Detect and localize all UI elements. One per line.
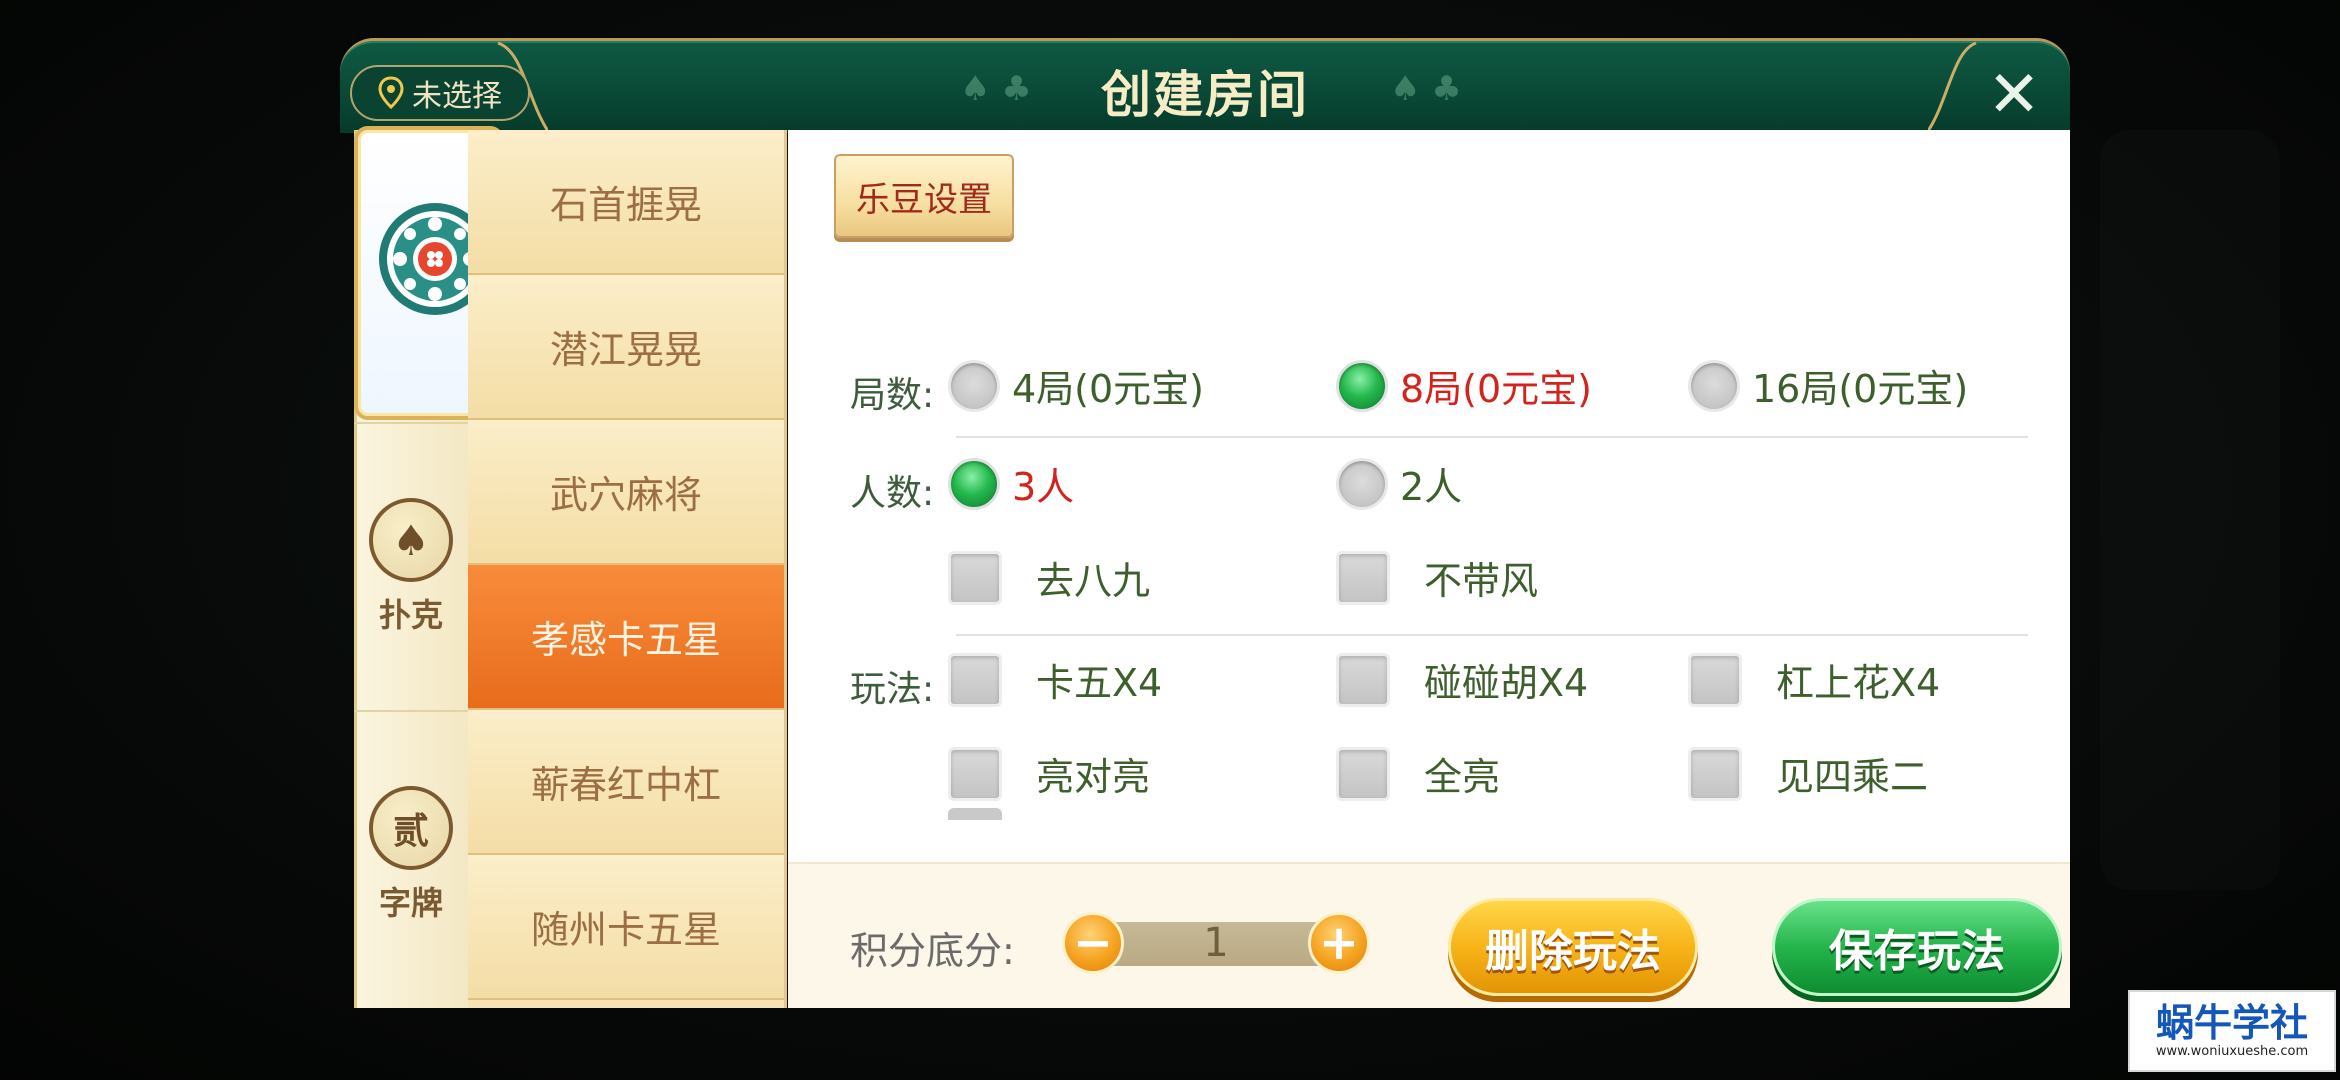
location-label: 未选择 <box>412 79 502 114</box>
game-item[interactable]: 潜江晃晃 <box>468 275 784 420</box>
base-score-label: 积分底分: <box>850 929 1015 973</box>
rounds-option[interactable]: 16局(0元宝) <box>1688 358 1968 413</box>
players-option[interactable]: 2人 <box>1336 456 1462 511</box>
plus-icon: + <box>1318 915 1360 971</box>
players-label: 人数: <box>850 473 935 514</box>
checkbox <box>1336 550 1390 605</box>
radio-button-checked <box>948 457 1000 510</box>
dialog-title: 创建房间 <box>1101 66 1309 124</box>
watermark-title: 蜗牛学社 <box>2155 1000 2308 1045</box>
checkbox <box>948 652 1002 707</box>
checkbox-label: 全亮 <box>1424 755 1501 799</box>
radio-button <box>1688 359 1740 412</box>
location-pin-icon <box>378 76 404 110</box>
game-item[interactable]: 随州卡五星 <box>468 855 784 1000</box>
create-room-dialog: ♠ ♣ ♠ ♣ 创建房间 未选择 ✕ ♠ 扑克 贰 字牌 石首捱晃 潜江晃晃 武… <box>340 38 2070 1014</box>
base-score-value: 1 <box>1203 920 1229 966</box>
location-selector[interactable]: 未选择 <box>350 65 530 121</box>
delete-rules-button[interactable]: 删除玩法 <box>1448 898 1698 996</box>
checkbox-label: 去八九 <box>1036 559 1151 603</box>
rule-checkbox[interactable]: 卡五X4 <box>948 652 1162 707</box>
option-checkbox[interactable]: 去八九 <box>948 550 1150 605</box>
players-option-selected[interactable]: 3人 <box>948 456 1074 511</box>
game-list: 石首捱晃 潜江晃晃 武穴麻将 孝感卡五星 蕲春红中杠 随州卡五星 <box>468 130 787 1008</box>
char-tile-icon: 贰 <box>369 786 453 870</box>
game-item[interactable]: 蕲春红中杠 <box>468 710 784 855</box>
rounds-option-selected[interactable]: 8局(0元宝) <box>1336 358 1592 413</box>
radio-button <box>1336 457 1388 510</box>
checkbox <box>1336 652 1390 707</box>
rule-checkbox[interactable]: 全亮 <box>1336 746 1500 801</box>
players-option-label: 3人 <box>1012 465 1075 509</box>
room-settings-panel: 乐豆设置 局数: 4局(0元宝) 8局(0元宝) 16局(0元宝) 人数: 3人… <box>788 130 2070 1008</box>
tab-zipai[interactable]: 贰 字牌 <box>354 710 468 1000</box>
rounds-label: 局数: <box>850 375 935 416</box>
increment-button[interactable]: + <box>1308 912 1370 974</box>
rounds-option[interactable]: 4局(0元宝) <box>948 358 1204 413</box>
tab-zipai-label: 字牌 <box>378 884 443 922</box>
watermark-logo: 蜗牛学社 www.woniuxueshe.com <box>2128 990 2336 1072</box>
row-divider <box>956 634 2028 636</box>
checkbox <box>1336 746 1390 801</box>
watermark-url: www.woniuxueshe.com <box>2155 1044 2309 1060</box>
minus-icon: − <box>1072 915 1114 971</box>
rules-label: 玩法: <box>850 669 935 710</box>
tab-poker[interactable]: ♠ 扑克 <box>354 422 468 712</box>
game-item[interactable]: 武穴麻将 <box>468 420 784 565</box>
rounds-option-label: 16局(0元宝) <box>1752 367 1969 411</box>
decrement-button[interactable]: − <box>1062 912 1124 974</box>
rule-checkbox[interactable]: 碰碰胡X4 <box>1336 652 1588 707</box>
game-item-selected[interactable]: 孝感卡五星 <box>468 565 784 710</box>
bottom-action-bar: 积分底分: 1 − + 删除玩法 保存玩法 <box>788 862 2070 1008</box>
rounds-option-label: 8局(0元宝) <box>1400 367 1593 411</box>
close-icon: ✕ <box>1987 58 2041 132</box>
close-button[interactable]: ✕ <box>1980 63 2048 127</box>
tab-poker-label: 扑克 <box>378 596 443 634</box>
row-divider <box>956 436 2028 438</box>
partially-visible-checkbox <box>948 808 1002 820</box>
rule-checkbox[interactable]: 杠上花X4 <box>1688 652 1940 707</box>
checkbox <box>1688 652 1742 707</box>
ledou-settings-button[interactable]: 乐豆设置 <box>834 154 1014 238</box>
checkbox-label: 碰碰胡X4 <box>1424 661 1589 705</box>
checkbox-label: 卡五X4 <box>1036 661 1163 705</box>
rule-checkbox[interactable]: 亮对亮 <box>948 746 1150 801</box>
checkbox-label: 不带风 <box>1424 559 1539 603</box>
dialog-titlebar: ♠ ♣ ♠ ♣ 创建房间 未选择 ✕ <box>340 38 2070 133</box>
rule-checkbox[interactable]: 见四乘二 <box>1688 746 1928 801</box>
base-score-stepper: 1 − + <box>1062 912 1370 974</box>
rounds-option-label: 4局(0元宝) <box>1012 367 1205 411</box>
checkbox <box>1688 746 1742 801</box>
checkbox <box>948 550 1002 605</box>
game-item[interactable]: 石首捱晃 <box>468 130 784 275</box>
checkbox-label: 杠上花X4 <box>1776 661 1941 705</box>
checkbox-label: 亮对亮 <box>1036 755 1151 799</box>
players-option-label: 2人 <box>1400 465 1463 509</box>
radio-button-checked <box>1336 359 1388 412</box>
checkbox <box>948 746 1002 801</box>
spade-icon: ♠ <box>369 498 453 582</box>
checkbox-label: 见四乘二 <box>1776 755 1929 799</box>
radio-button <box>948 359 1000 412</box>
option-checkbox[interactable]: 不带风 <box>1336 550 1538 605</box>
save-rules-button[interactable]: 保存玩法 <box>1772 898 2062 996</box>
